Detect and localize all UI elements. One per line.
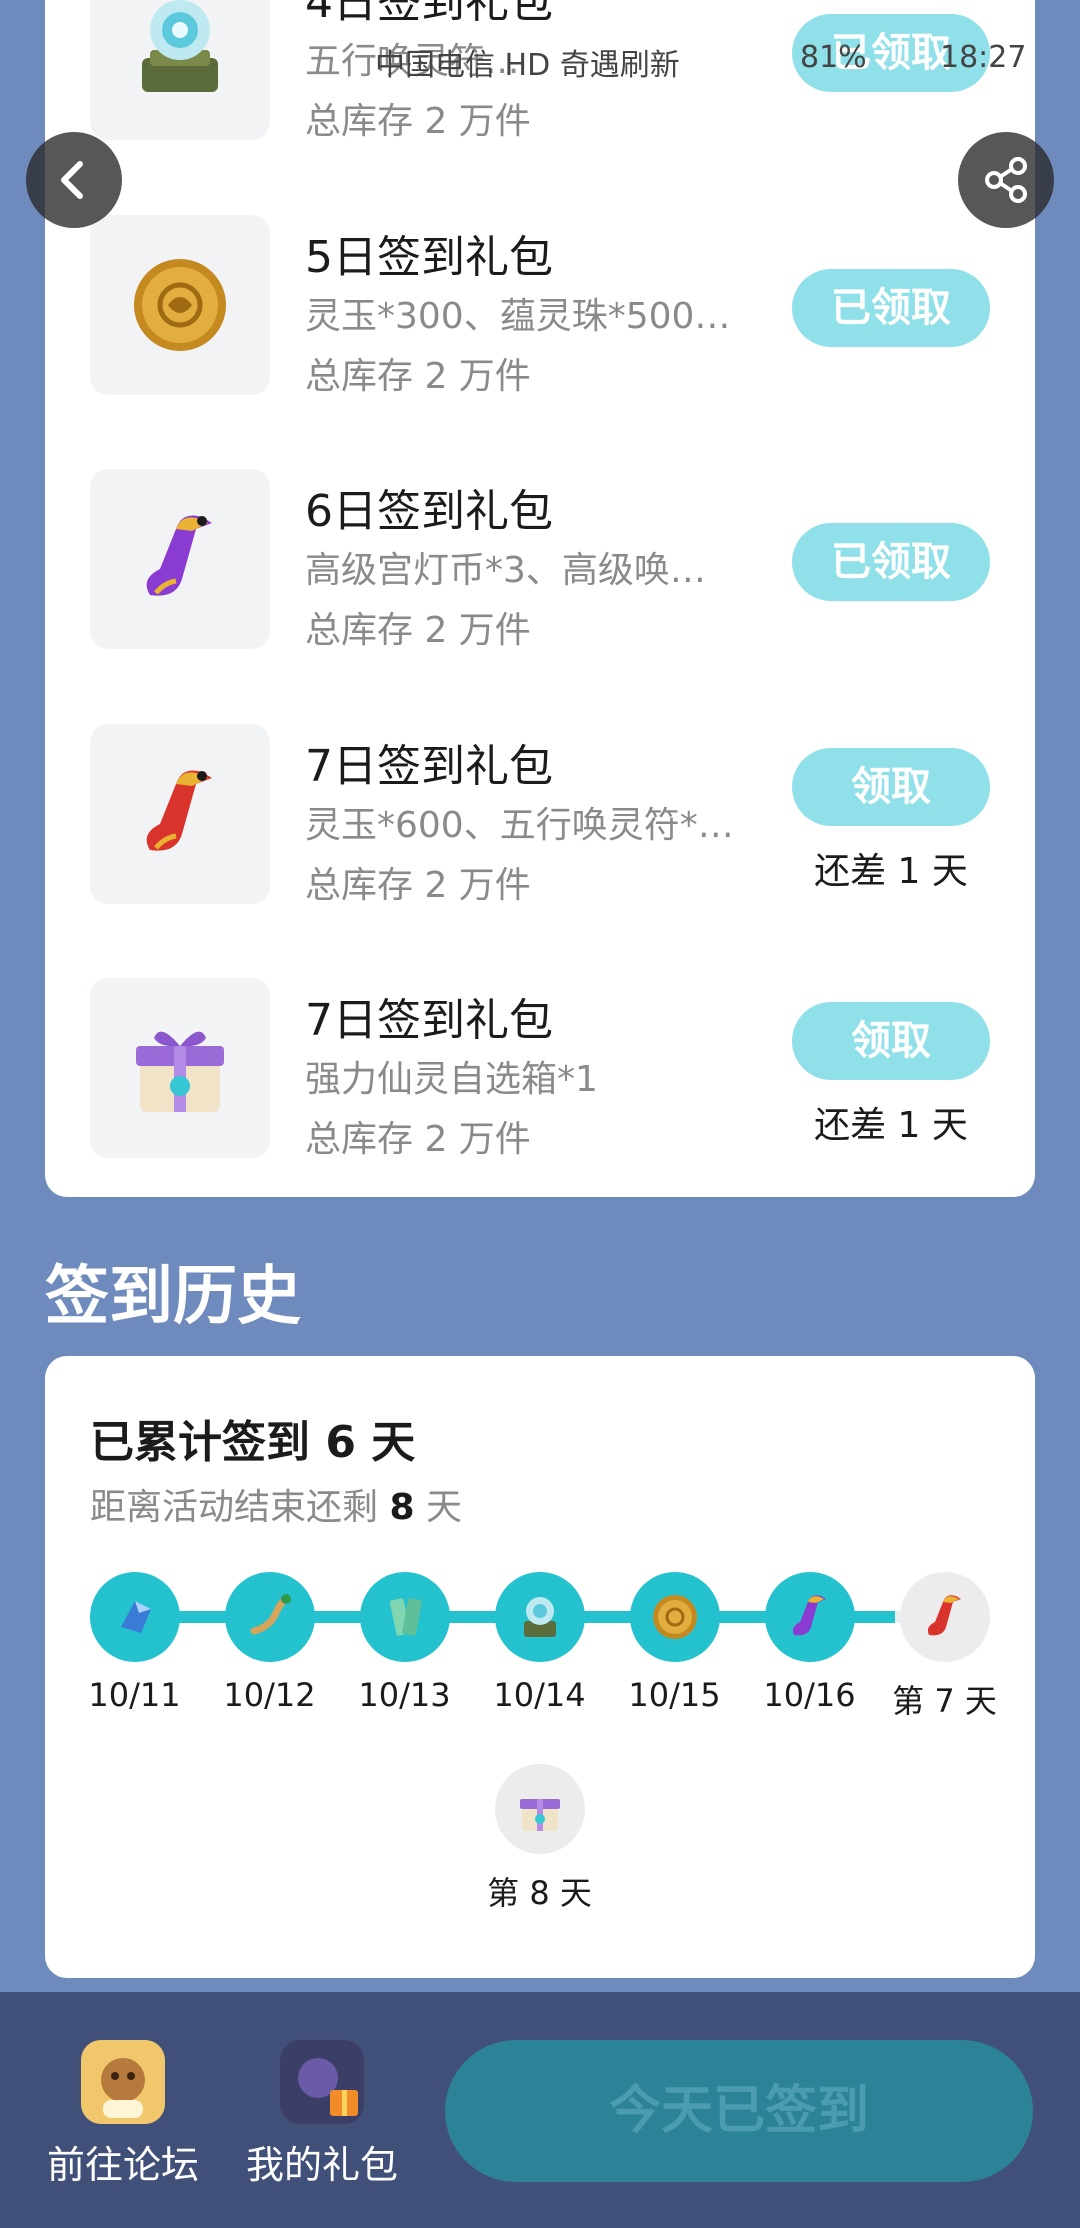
gift-title: 6日签到礼包 bbox=[305, 486, 553, 537]
timeline-node: 10/11 bbox=[67, 1572, 202, 1714]
status-carrier: 中国电信 HD 奇遇刷新 bbox=[375, 48, 680, 83]
timeline-circle-done bbox=[359, 1572, 450, 1662]
my-gifts-avatar-icon bbox=[280, 2040, 364, 2124]
timeline-label: 10/13 bbox=[358, 1676, 451, 1714]
timeline-node: 10/12 bbox=[202, 1572, 337, 1714]
days-remaining-text: 还差 1 天 bbox=[814, 1105, 968, 1146]
gift-row-day5: 5日签到礼包 灵玉*300、蕴灵珠*500… 总库存 2 万件 已领取 bbox=[45, 215, 1035, 405]
orb-pedestal-icon bbox=[523, 1597, 556, 1637]
gift-stock: 总库存 2 万件 bbox=[305, 356, 531, 397]
forum-avatar-icon bbox=[81, 2040, 165, 2124]
days-remaining-text: 还差 1 天 bbox=[814, 851, 968, 892]
timeline-label: 第 8 天 bbox=[487, 1874, 592, 1912]
ginseng-icon bbox=[250, 1594, 291, 1635]
timeline-circle-done bbox=[494, 1572, 585, 1662]
gift-title: 4日签到礼包 bbox=[305, 0, 553, 28]
my-gifts-button[interactable]: 我的礼包 bbox=[232, 2040, 412, 2189]
timeline-circle-done bbox=[89, 1572, 180, 1662]
signin-total-suffix: 天 bbox=[371, 1417, 416, 1468]
claimed-button[interactable]: 已领取 bbox=[792, 523, 990, 601]
red-scroll-icon bbox=[927, 1595, 961, 1636]
gift-row-day6: 6日签到礼包 高级宫灯币*3、高级唤… 总库存 2 万件 已领取 bbox=[45, 469, 1035, 659]
signin-total-prefix: 已累计签到 bbox=[90, 1417, 310, 1468]
timeline-label: 10/15 bbox=[628, 1676, 721, 1714]
gift-description: 强力仙灵自选箱*1 bbox=[305, 1059, 598, 1100]
gift-stock: 总库存 2 万件 bbox=[305, 610, 531, 651]
gift-box-icon bbox=[136, 1031, 224, 1112]
timeline-label: 10/11 bbox=[88, 1676, 181, 1714]
gift-stock: 总库存 2 万件 bbox=[305, 865, 531, 906]
timeline-label: 10/14 bbox=[493, 1676, 586, 1714]
timeline-node: 10/13 bbox=[337, 1572, 472, 1714]
signed-today-button[interactable]: 今天已签到 bbox=[445, 2040, 1033, 2182]
gift-stock: 总库存 2 万件 bbox=[305, 1119, 531, 1160]
gift-list-card: 4日签到礼包 五行唤灵符... 总库存 2 万件 已领取 5日签到礼包 灵玉*3… bbox=[45, 0, 1035, 1197]
chevron-left-icon bbox=[61, 161, 83, 199]
red-scroll-icon bbox=[146, 770, 212, 851]
status-battery: 81% bbox=[800, 40, 867, 75]
history-heading: 签到历史 bbox=[45, 1260, 301, 1334]
back-button[interactable] bbox=[26, 132, 122, 228]
gift-title: 7日签到礼包 bbox=[305, 995, 553, 1046]
gold-coin-icon bbox=[134, 259, 226, 351]
timeline-node: 10/15 bbox=[607, 1572, 742, 1714]
activity-remaining-days: 8 bbox=[389, 1487, 415, 1528]
signin-total: 已累计签到 6 天 bbox=[90, 1406, 415, 1470]
timeline-circle-done bbox=[764, 1572, 855, 1662]
gift-box-icon bbox=[519, 1799, 560, 1831]
gift-description: 灵玉*600、五行唤灵符*… bbox=[305, 805, 734, 846]
timeline-node: 10/16 bbox=[742, 1572, 877, 1714]
status-bar: 中国电信 HD 奇遇刷新 81% 18:27 bbox=[0, 40, 1080, 90]
gift-row-day7-box: 7日签到礼包 强力仙灵自选箱*1 总库存 2 万件 领取 还差 1 天 bbox=[45, 978, 1035, 1168]
share-icon bbox=[985, 157, 1027, 203]
gift-description: 灵玉*300、蕴灵珠*500… bbox=[305, 296, 731, 337]
status-time: 18:27 bbox=[940, 40, 1027, 75]
purple-scroll-icon bbox=[146, 515, 212, 596]
signin-total-days: 6 bbox=[325, 1417, 356, 1468]
crystal-icon bbox=[120, 1601, 151, 1633]
activity-remaining: 距离活动结束还剩 8 天 bbox=[90, 1478, 462, 1530]
talisman-icon bbox=[389, 1598, 422, 1636]
gift-title: 7日签到礼包 bbox=[305, 741, 553, 792]
forum-label: 前往论坛 bbox=[46, 2143, 199, 2187]
gift-description: 高级宫灯币*3、高级唤… bbox=[305, 550, 706, 591]
gift-stock: 总库存 2 万件 bbox=[305, 101, 531, 142]
timeline-node: 第 8 天 bbox=[472, 1764, 607, 1914]
timeline-node: 第 7 天 bbox=[877, 1572, 1012, 1722]
my-gifts-label: 我的礼包 bbox=[245, 2143, 398, 2187]
activity-remaining-suffix: 天 bbox=[425, 1487, 462, 1528]
share-button[interactable] bbox=[958, 132, 1054, 228]
timeline-circle-done bbox=[224, 1572, 315, 1662]
gold-coin-icon bbox=[652, 1595, 697, 1639]
gift-thumb bbox=[90, 724, 270, 904]
claim-button[interactable]: 领取 bbox=[792, 1002, 990, 1080]
gift-thumb bbox=[90, 215, 270, 395]
activity-remaining-prefix: 距离活动结束还剩 bbox=[90, 1487, 379, 1528]
gift-title: 5日签到礼包 bbox=[305, 232, 553, 283]
gift-thumb bbox=[90, 469, 270, 649]
forum-button[interactable]: 前往论坛 bbox=[33, 2040, 213, 2189]
history-card: 已累计签到 6 天 距离活动结束还剩 8 天 10/11 10/12 10/13… bbox=[45, 1356, 1035, 1978]
gift-thumb bbox=[90, 978, 270, 1158]
claim-button[interactable]: 领取 bbox=[792, 748, 990, 826]
gift-row-day7: 7日签到礼包 灵玉*600、五行唤灵符*… 总库存 2 万件 领取 还差 1 天 bbox=[45, 724, 1035, 914]
timeline-label: 10/12 bbox=[223, 1676, 316, 1714]
timeline-circle-pending bbox=[494, 1764, 585, 1854]
timeline-node: 10/14 bbox=[472, 1572, 607, 1714]
timeline-circle-done bbox=[629, 1572, 720, 1662]
timeline-circle-pending bbox=[899, 1572, 990, 1662]
timeline-label: 第 7 天 bbox=[892, 1682, 997, 1720]
timeline-label: 10/16 bbox=[763, 1676, 856, 1714]
purple-scroll-icon bbox=[792, 1595, 826, 1636]
bottom-action-bar: 前往论坛 我的礼包 今天已签到 bbox=[0, 1992, 1080, 2228]
claimed-button[interactable]: 已领取 bbox=[792, 269, 990, 347]
